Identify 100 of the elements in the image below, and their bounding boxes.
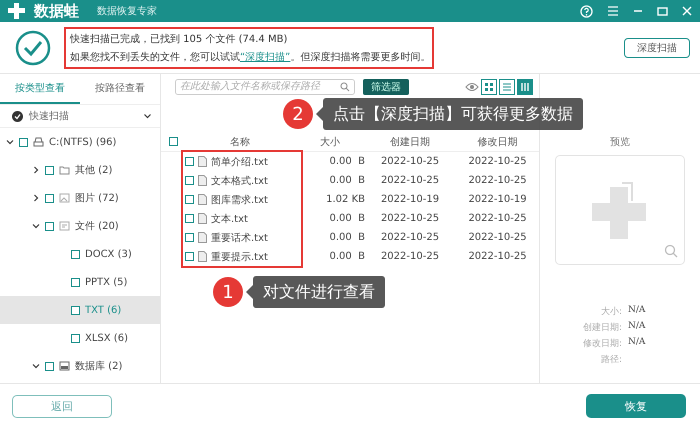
- checkbox[interactable]: [45, 166, 54, 174]
- chevron-icon[interactable]: [32, 166, 40, 174]
- checkbox[interactable]: [71, 278, 80, 286]
- created-date: 2022-10-25: [380, 213, 440, 224]
- file-icon: [198, 194, 207, 205]
- step-number: 1: [213, 277, 243, 307]
- callout-text: 点击【深度扫描】可获得更多数据: [323, 98, 583, 130]
- close-icon[interactable]: [682, 6, 692, 16]
- file-name: 重要话术.txt: [211, 232, 268, 244]
- checkbox[interactable]: [71, 334, 80, 342]
- tree-item[interactable]: DOCX (3): [0, 240, 160, 268]
- app-subtitle: 数据恢复专家: [97, 4, 157, 18]
- row-checkbox[interactable]: [185, 233, 194, 242]
- tree-item-label: 数据库 (2): [75, 360, 122, 373]
- menu-icon[interactable]: [607, 6, 619, 16]
- modified-date: 2022-10-25: [467, 156, 528, 167]
- checkbox[interactable]: [45, 222, 54, 230]
- check-circle-icon: [14, 28, 52, 66]
- detail-label: 修改日期:: [582, 338, 622, 350]
- view-mode-button[interactable]: [481, 78, 497, 94]
- file-size: 0.00 B: [328, 156, 365, 167]
- checkbox[interactable]: [19, 138, 28, 146]
- file-icon: [198, 232, 207, 243]
- file-size: 0.00 B: [328, 175, 365, 186]
- created-date: 2022-10-25: [380, 156, 440, 167]
- created-date: 2022-10-25: [380, 232, 440, 243]
- modified-date: 2022-10-25: [467, 232, 528, 243]
- checkbox[interactable]: [45, 362, 54, 370]
- column-header: 创建日期: [389, 136, 431, 148]
- detail-value: N/A: [628, 337, 646, 349]
- file-size: 0.00 B: [328, 232, 365, 243]
- file-name: 图库需求.txt: [211, 194, 268, 206]
- tree-item[interactable]: 文件 (20): [0, 212, 160, 240]
- help-icon[interactable]: [580, 4, 593, 18]
- callout-pointer: [246, 285, 253, 299]
- column-header: 大小: [319, 136, 341, 148]
- recover-button[interactable]: 恢复: [586, 394, 686, 418]
- file-name: 重要提示.txt: [211, 250, 268, 264]
- filter-button[interactable]: 筛选器: [363, 78, 409, 94]
- tree-item-label: TXT (6): [85, 304, 122, 316]
- modified-date: 2022-10-19: [467, 194, 528, 205]
- checkbox[interactable]: [45, 194, 54, 202]
- row-checkbox[interactable]: [185, 157, 194, 166]
- column-header: 名称: [229, 136, 251, 148]
- chevron-icon[interactable]: [32, 194, 40, 202]
- file-size: 0.00 B: [328, 251, 365, 262]
- deep-scan-button[interactable]: 深度扫描: [624, 38, 690, 58]
- tree-item[interactable]: PPTX (5): [0, 268, 160, 296]
- logo-icon: [8, 3, 26, 19]
- eye-icon[interactable]: [465, 82, 479, 92]
- modified-date: 2022-10-25: [467, 213, 528, 224]
- app-name: 数据蛙: [34, 2, 79, 20]
- preview-title: 预览: [610, 136, 630, 149]
- detail-label: 大小:: [600, 306, 622, 318]
- tree-item-label: 其他 (2): [75, 164, 112, 177]
- checkbox[interactable]: [71, 250, 80, 258]
- chevron-icon[interactable]: [32, 222, 40, 230]
- view-mode-button[interactable]: [499, 78, 515, 94]
- row-checkbox[interactable]: [185, 195, 194, 204]
- deep-scan-hint-text: 如果您找不到丢失的文件，您可以试试“深度扫描”。但深度扫描将需要更多时间。: [70, 50, 428, 64]
- tree-item-label: C:(NTFS) (96): [49, 136, 116, 148]
- row-checkbox[interactable]: [185, 252, 194, 261]
- row-checkbox[interactable]: [185, 176, 194, 185]
- select-all-checkbox[interactable]: [168, 137, 178, 146]
- modified-date: 2022-10-25: [467, 251, 528, 262]
- search-icon[interactable]: [340, 82, 350, 92]
- tree-item[interactable]: 数据库 (2): [0, 352, 160, 380]
- created-date: 2022-10-25: [380, 175, 440, 186]
- chevron-icon[interactable]: [32, 362, 40, 370]
- tree-item-label: 文件 (20): [75, 220, 119, 233]
- checkbox[interactable]: [71, 306, 80, 314]
- drive-icon: [33, 137, 44, 147]
- modified-date: 2022-10-25: [467, 175, 528, 186]
- view-mode-button[interactable]: [517, 78, 533, 94]
- tree-item-label: PPTX (5): [85, 276, 128, 288]
- scan-mode-label: 快速扫描: [29, 110, 69, 123]
- detail-label: 创建日期:: [582, 322, 622, 334]
- file-size: 1.02 KB: [325, 194, 365, 205]
- database-icon: [59, 361, 70, 371]
- column-header: 修改日期: [476, 136, 518, 148]
- tree-item-label: XLSX (6): [85, 332, 128, 344]
- row-checkbox[interactable]: [185, 214, 194, 223]
- columns-view-icon: [520, 82, 530, 92]
- callout-pointer: [316, 107, 323, 121]
- placeholder-logo-icon: [592, 179, 648, 241]
- file-name: 简单介绍.txt: [211, 156, 268, 168]
- detail-value: N/A: [628, 305, 646, 317]
- tree-item-label: 图片 (72): [75, 192, 119, 205]
- list-view-icon: [502, 82, 512, 92]
- file-icon: [198, 251, 207, 262]
- scan-mode-dropdown[interactable]: 快速扫描: [0, 104, 160, 128]
- tree-item[interactable]: C:(NTFS) (96): [0, 128, 160, 156]
- file-name: 文本.txt: [211, 212, 248, 226]
- created-date: 2022-10-19: [380, 194, 440, 205]
- tree-item[interactable]: 图片 (72): [0, 184, 160, 212]
- maximize-icon[interactable]: [657, 6, 668, 16]
- deep-scan-link[interactable]: “深度扫描”: [240, 52, 290, 62]
- tree-item[interactable]: XLSX (6): [0, 324, 160, 352]
- chevron-icon[interactable]: [6, 138, 14, 146]
- tree-item[interactable]: 其他 (2): [0, 156, 160, 184]
